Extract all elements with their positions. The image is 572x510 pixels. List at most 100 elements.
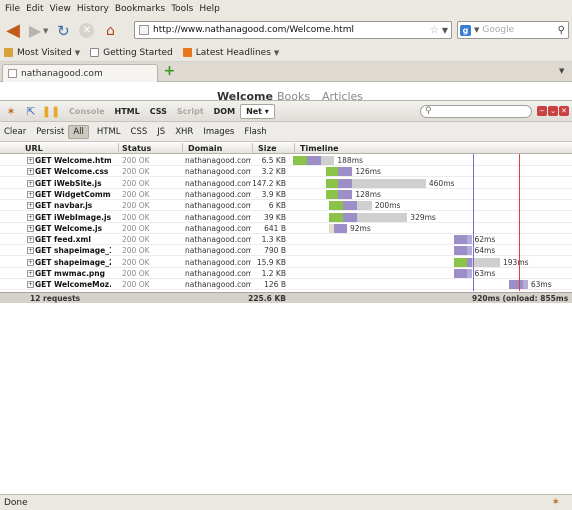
menu-bookmarks[interactable]: Bookmarks xyxy=(112,4,168,14)
net-request-row[interactable]: + GET iWebImage.js 200 OK nathanagood.com 39… xyxy=(0,212,572,223)
inspect-element-icon[interactable]: ⇱ xyxy=(24,104,38,118)
bookmark-item[interactable]: Most Visited ▼ xyxy=(4,48,80,58)
expand-row-icon[interactable]: + xyxy=(27,270,34,277)
expand-row-icon[interactable]: + xyxy=(27,247,34,255)
net-request-row[interactable]: + GET iWebSite.js 200 OK nathanagood.com 147… xyxy=(0,178,572,189)
col-timeline-header[interactable]: Timeline xyxy=(300,144,339,153)
page-nav-welcome[interactable]: Welcome xyxy=(217,90,273,100)
firebug-tab-css[interactable]: CSS xyxy=(145,105,172,118)
filter-js[interactable]: JS xyxy=(157,127,165,137)
firebug-status-icon[interactable]: ✶ xyxy=(552,497,560,508)
minimize-icon[interactable]: ⌄ xyxy=(548,106,558,116)
filter-flash[interactable]: Flash xyxy=(244,127,266,137)
expand-row-icon[interactable]: + xyxy=(27,168,34,176)
url-dropdown-icon[interactable]: ▼ xyxy=(442,26,448,35)
home-icon[interactable]: ⌂ xyxy=(100,21,120,41)
filter-images[interactable]: Images xyxy=(203,127,234,137)
net-request-row[interactable]: +GET WidgetCommon200 OKnathanagood.com3.… xyxy=(0,189,572,200)
request-status: 200 OK xyxy=(122,156,150,165)
search-engine-dropdown-icon[interactable]: ▼ xyxy=(474,26,479,34)
net-request-row[interactable]: + GET mwmac.png 200 OK nathanagood.com 1.2 K… xyxy=(0,268,572,279)
timeline-bar xyxy=(453,269,467,278)
firebug-tab-dom[interactable]: DOM xyxy=(209,105,240,118)
menu-tools[interactable]: Tools xyxy=(168,4,196,14)
page-nav-books[interactable]: Books xyxy=(277,90,310,100)
firebug-tab-script[interactable]: Script xyxy=(172,105,209,118)
forward-arrow-icon[interactable]: ▶ xyxy=(25,21,45,41)
google-engine-icon[interactable]: g xyxy=(460,24,471,36)
net-summary-row: 12 requests 225.6 KB 920ms (onload: 855m… xyxy=(0,292,572,303)
request-size: 6 KB xyxy=(268,201,286,211)
filter-xhr[interactable]: XHR xyxy=(175,127,193,137)
detach-icon[interactable]: − xyxy=(537,106,547,116)
menu-help[interactable]: Help xyxy=(196,4,223,14)
rss-icon xyxy=(182,48,192,57)
url-bar[interactable]: http://www.nathanagood.com/Welcome.html … xyxy=(134,21,452,39)
expand-row-icon[interactable]: + xyxy=(27,224,34,232)
menu-file[interactable]: File xyxy=(2,4,23,14)
net-request-row[interactable]: + GET shapeimage_1 200 OK nathanagood.com 79… xyxy=(0,245,572,257)
search-bar[interactable]: g ▼ Google ⚲ xyxy=(457,21,569,39)
menu-history[interactable]: History xyxy=(74,4,112,14)
expand-row-icon[interactable]: + xyxy=(27,190,34,198)
expand-row-icon[interactable]: + xyxy=(27,179,34,187)
filter-all[interactable]: All xyxy=(68,124,89,139)
request-url: GET shapeimage_1 xyxy=(35,246,111,256)
request-url: GET Welcome.html xyxy=(35,156,111,165)
request-url: GET shapeimage_2 xyxy=(35,257,111,267)
timeline-bar xyxy=(352,178,426,188)
page-nav-articles[interactable]: Articles xyxy=(322,90,363,100)
firebug-tab-html[interactable]: HTML xyxy=(110,105,145,118)
expand-row-icon[interactable]: + xyxy=(27,281,34,289)
expand-row-icon[interactable]: + xyxy=(27,202,34,210)
request-size: 3.9 KB xyxy=(261,189,286,199)
net-request-row[interactable]: + GET WelcomeMoz.c 200 OK nathanagood.com 12… xyxy=(0,279,572,291)
filter-html[interactable]: HTML xyxy=(97,127,121,137)
filter-clear[interactable]: Clear xyxy=(4,127,26,137)
net-request-row[interactable]: + GET Welcome.css 200 OK nathanagood.com 3.2… xyxy=(0,166,572,178)
firebug-tab-console[interactable]: Console xyxy=(64,105,110,118)
pause-icon[interactable]: ❚❚ xyxy=(42,104,60,118)
request-status: 200 OK xyxy=(122,167,150,177)
filter-css[interactable]: CSS xyxy=(131,127,148,137)
net-request-row[interactable]: + GET shapeimage_2 200 OK nathanagood.com 15… xyxy=(0,257,572,268)
search-input[interactable]: Google xyxy=(482,25,557,35)
menu-view[interactable]: View xyxy=(47,4,74,14)
search-icon[interactable]: ⚲ xyxy=(558,25,565,36)
expand-row-icon[interactable]: + xyxy=(27,258,34,266)
reload-icon[interactable]: ↻ xyxy=(53,21,73,41)
timeline-duration: 460ms xyxy=(428,178,455,188)
col-url-header[interactable]: URL xyxy=(25,144,43,153)
timeline-bar xyxy=(467,235,472,245)
stop-icon[interactable]: ✕ xyxy=(79,23,95,38)
close-icon[interactable]: ✕ xyxy=(559,106,569,116)
net-request-row[interactable]: + GET Welcome.html 200 OK nathanagood.com 6.… xyxy=(0,155,572,166)
new-tab-plus-icon[interactable]: + xyxy=(163,64,176,78)
url-text[interactable]: http://www.nathanagood.com/Welcome.html xyxy=(153,25,430,35)
expand-row-icon[interactable]: + xyxy=(27,213,34,221)
tab-favicon-icon xyxy=(8,69,17,78)
menu-edit[interactable]: Edit xyxy=(23,4,46,14)
col-domain-header[interactable]: Domain xyxy=(188,144,222,153)
bookmark-star-icon[interactable]: ☆ xyxy=(430,25,439,36)
tab-list-dropdown-icon[interactable]: ▼ xyxy=(559,67,564,75)
history-dropdown-icon[interactable]: ▼ xyxy=(43,27,48,35)
summary-requests: 12 requests xyxy=(30,294,81,303)
timeline-bar xyxy=(326,178,338,188)
bookmark-item[interactable]: Getting Started xyxy=(90,48,173,58)
firebug-bug-icon[interactable]: ✶ xyxy=(4,104,18,118)
expand-row-icon[interactable]: + xyxy=(27,236,34,244)
bookmark-item[interactable]: Latest Headlines ▼ xyxy=(182,48,279,58)
firebug-search-input[interactable]: ⚲ xyxy=(420,105,532,118)
expand-row-icon[interactable]: + xyxy=(27,157,34,164)
request-size: 39 KB xyxy=(264,212,286,222)
firebug-tab-net[interactable]: Net ▾ xyxy=(240,103,275,119)
col-size-header[interactable]: Size xyxy=(258,144,277,153)
net-request-row[interactable]: + GET feed.xml 200 OK nathanagood.com 1.3 KB… xyxy=(0,234,572,246)
filter-persist[interactable]: Persist xyxy=(36,127,64,137)
net-request-row[interactable]: + GET navbar.js 200 OK nathanagood.com 6 KB 2… xyxy=(0,200,572,212)
col-status-header[interactable]: Status xyxy=(122,144,151,153)
back-arrow-icon[interactable]: ◀ xyxy=(3,20,23,41)
tab-nathanagood[interactable]: nathanagood.com xyxy=(2,64,158,82)
net-request-row[interactable]: + GET Welcome.js 200 OK nathanagood.com 641 … xyxy=(0,223,572,234)
